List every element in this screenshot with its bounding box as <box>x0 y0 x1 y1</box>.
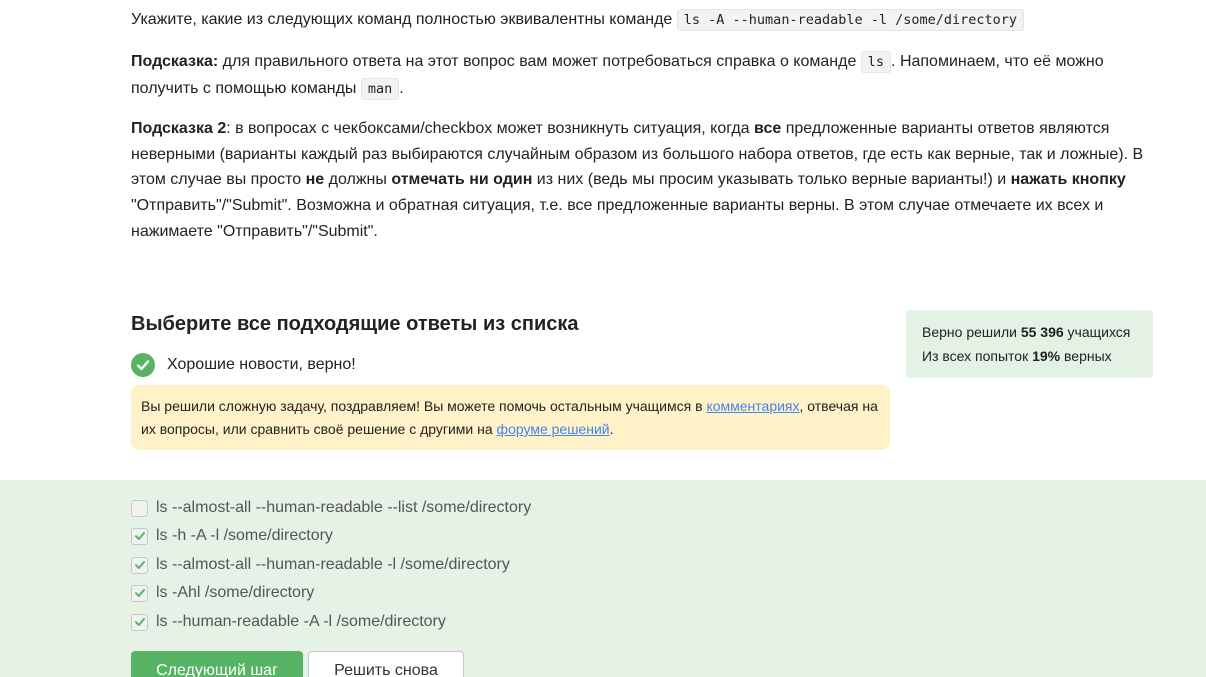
comments-link[interactable]: комментариях <box>706 398 799 414</box>
hint-2-bold: все <box>754 120 782 137</box>
question-body: Укажите, какие из следующих команд полно… <box>131 11 673 28</box>
stats-solved: Верно решили 55 396 учащихся <box>922 320 1137 344</box>
answer-label: ls --human-readable -A -l /some/director… <box>156 613 446 630</box>
hint-2-bold: не <box>305 171 325 189</box>
code-ls: ls <box>860 51 892 73</box>
answer-option[interactable]: ls --human-readable -A -l /some/director… <box>131 613 446 631</box>
checkbox-checked-icon[interactable] <box>131 613 148 631</box>
answer-option[interactable]: ls -h -A -l /some/directory <box>131 527 333 545</box>
stats-box: Верно решили 55 396 учащихся Из всех поп… <box>906 310 1153 378</box>
solved-count: 55 396 <box>1020 324 1064 340</box>
answer-option[interactable]: ls -Ahl /some/directory <box>131 584 314 602</box>
checkbox-checked-icon[interactable] <box>131 584 148 602</box>
code-man: man <box>360 77 400 100</box>
hint-2-label: Подсказка 2 <box>131 120 227 137</box>
hint-2-text: из них (ведь мы просим указывать только … <box>532 171 1011 189</box>
retry-button[interactable]: Решить снова <box>308 651 464 677</box>
question-command: ls -A --human-readable -l /some/director… <box>676 9 1025 31</box>
hint-1: Подсказка: для правильного ответа на это… <box>131 49 1161 102</box>
question-text: Укажите, какие из следующих команд полно… <box>131 7 1161 34</box>
stats-text: учащихся <box>1063 324 1131 340</box>
congrats-notice: Вы решили сложную задачу, поздравляем! В… <box>131 385 890 450</box>
next-step-button[interactable]: Следующий шаг <box>131 651 303 677</box>
answer-label: ls -Ahl /some/directory <box>156 584 315 601</box>
stats-text: Верно решили <box>922 324 1021 340</box>
stats-text: Из всех попыток <box>922 348 1033 364</box>
checkbox-checked-icon[interactable] <box>131 527 148 545</box>
solutions-forum-link[interactable]: форуме решений <box>497 421 610 437</box>
correct-percent: 19% <box>1032 348 1061 364</box>
answer-label: ls -h -A -l /some/directory <box>156 527 333 544</box>
hint-2-bold: нажать кнопку <box>1010 171 1126 189</box>
notice-text: . <box>609 421 614 437</box>
answer-option[interactable]: ls --almost-all --human-readable --list … <box>131 499 531 517</box>
hint-1-text: . <box>399 79 404 97</box>
answer-option[interactable]: ls --almost-all --human-readable -l /som… <box>131 556 510 574</box>
result-status: Хорошие новости, верно! <box>131 353 356 377</box>
checkbox-checked-icon[interactable] <box>131 556 148 574</box>
hint-2-bold: отмечать ни один <box>391 171 533 189</box>
answer-label: ls --almost-all --human-readable -l /som… <box>156 556 510 573</box>
hint-2-text: должны <box>324 171 392 189</box>
answer-label: ls --almost-all --human-readable --list … <box>156 499 532 516</box>
hint-1-label: Подсказка: <box>131 53 219 70</box>
check-circle-icon <box>131 353 155 377</box>
notice-text: Вы решили сложную задачу, поздравляем! В… <box>141 398 707 414</box>
hint-2: Подсказка 2: в вопросах с чекбоксами/che… <box>131 116 1161 245</box>
hint-1-text: для правильного ответа на этот вопрос ва… <box>218 53 861 70</box>
checkbox-unchecked-icon[interactable] <box>131 499 148 517</box>
stats-percent: Из всех попыток 19% верных <box>922 344 1137 368</box>
section-title: Выберите все подходящие ответы из списка <box>131 313 579 335</box>
hint-2-text: "Отправить"/"Submit". Возможна и обратна… <box>131 197 1104 240</box>
hint-2-text: : в вопросах с чекбоксами/checkbox может… <box>226 120 755 137</box>
stats-text: верных <box>1060 348 1112 364</box>
status-text: Хорошие новости, верно! <box>167 356 356 373</box>
